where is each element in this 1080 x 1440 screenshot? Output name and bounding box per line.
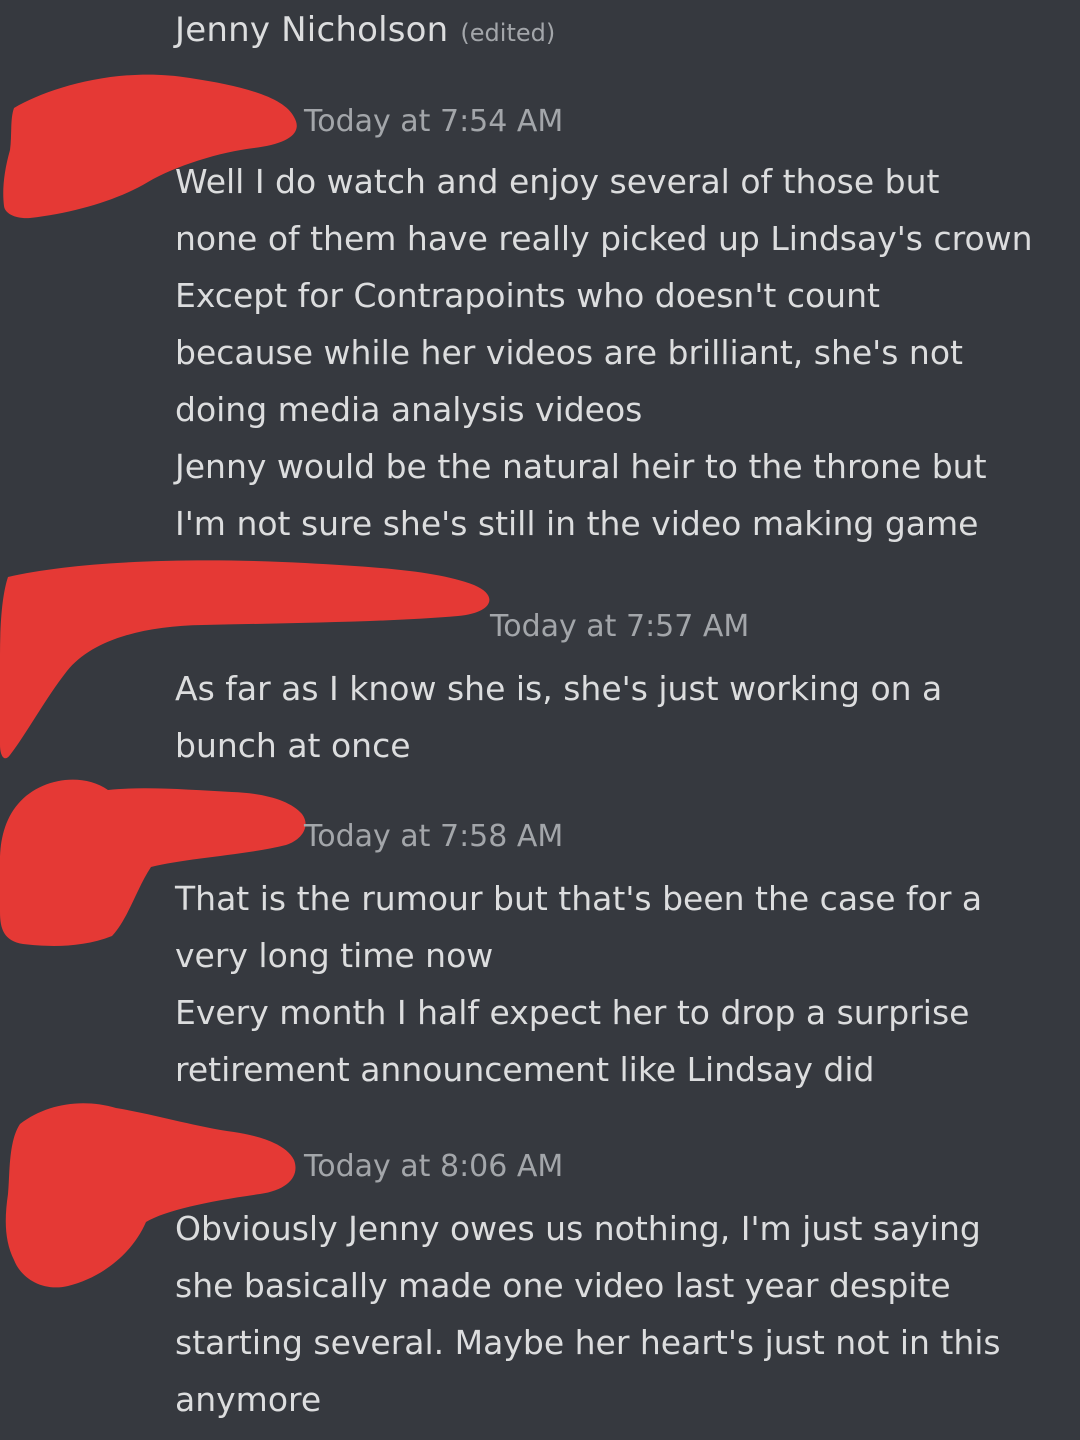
message-line: bunch at once [175,726,411,765]
message-line: I'm not sure she's still in the video ma… [175,504,979,543]
message-line: doing media analysis videos [175,390,643,429]
message-line: anymore [175,1380,322,1419]
message-line: Except for Contrapoints who doesn't coun… [175,276,880,315]
message-line: Every month I half expect her to drop a … [175,993,970,1032]
message-line: because while her videos are brilliant, … [175,333,963,372]
message-line: As far as I know she is, she's just work… [175,669,943,708]
chat-message: Today at 7:57 AM As far as I know she is… [0,560,1080,785]
message-line: she basically made one video last year d… [175,1266,951,1305]
message-header: Jenny Nicholson (edited) [175,10,555,50]
message-timestamp: Today at 8:06 AM [304,1149,564,1184]
message-timestamp: Today at 7:57 AM [490,609,750,644]
author-name[interactable]: Jenny Nicholson [175,10,448,50]
edited-label: (edited) [460,19,556,47]
message-line: starting several. Maybe her heart's just… [175,1323,1001,1362]
message-timestamp: Today at 7:58 AM [304,819,564,854]
message-line: That is the rumour but that's been the c… [175,879,983,918]
message-line: Well I do watch and enjoy several of tho… [175,162,940,201]
message-line: Jenny would be the natural heir to the t… [175,447,987,486]
message-line: retirement announcement like Lindsay did [175,1050,875,1089]
chat-message: Today at 8:06 AM Obviously Jenny owes us… [0,1100,1080,1430]
message-timestamp: Today at 7:54 AM [304,104,564,139]
chat-message: Today at 7:58 AM That is the rumour but … [0,779,1080,1100]
message-line: none of them have really picked up Linds… [175,219,1033,258]
chat-message: Today at 7:54 AM Well I do watch and enj… [0,74,1080,562]
chat-log: Jenny Nicholson (edited) Today at 7:54 A… [0,0,1080,1440]
message-line: very long time now [175,936,494,975]
message-line: Obviously Jenny owes us nothing, I'm jus… [175,1209,981,1248]
